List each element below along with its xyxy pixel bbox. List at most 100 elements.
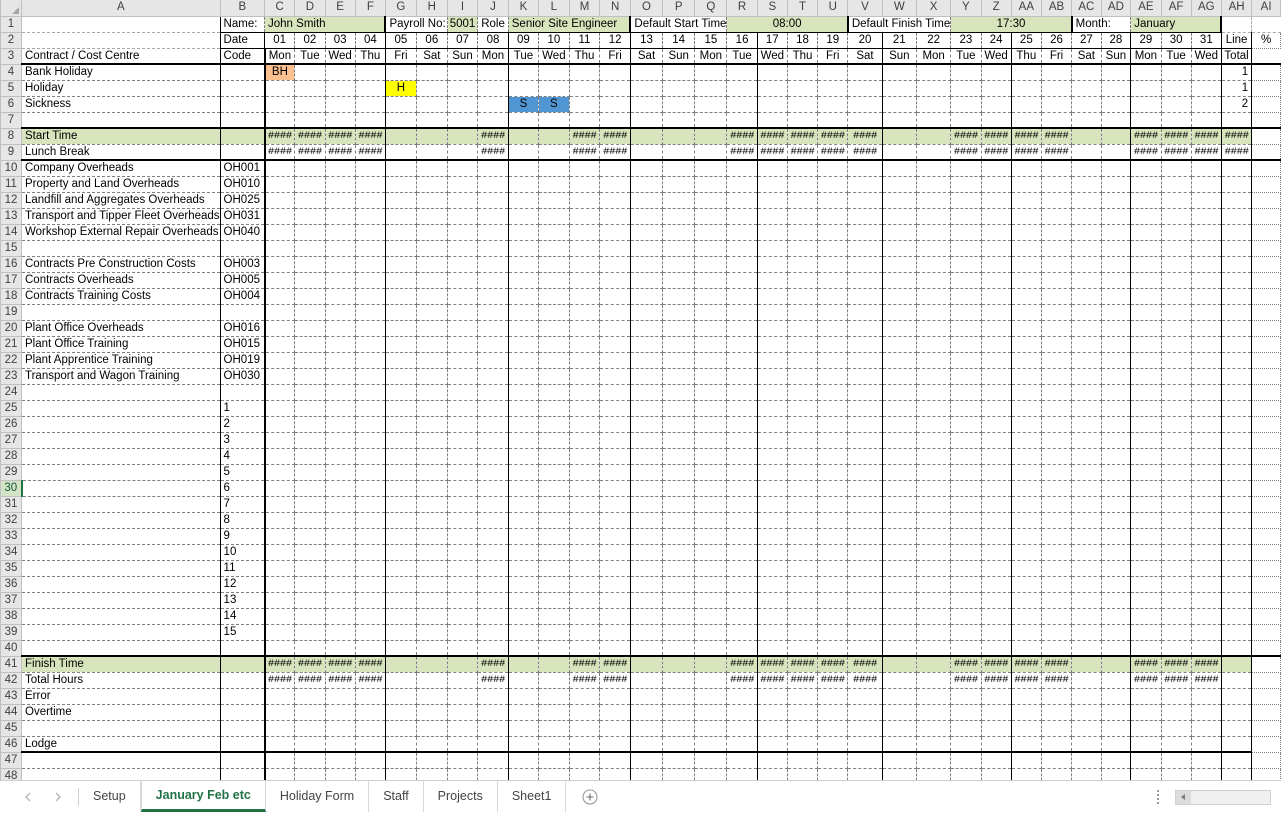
day-header-12[interactable]: Sat	[630, 48, 664, 65]
time-value-cell[interactable]: ####	[1041, 144, 1073, 161]
footer-day-cell[interactable]	[817, 720, 849, 737]
cost-centre-day-cell[interactable]	[916, 159, 952, 177]
footer-day-cell[interactable]	[694, 752, 728, 769]
absence-day-cell[interactable]	[263, 80, 296, 97]
cost-centre-day-cell[interactable]	[294, 159, 326, 177]
cell-empty[interactable]	[477, 112, 509, 129]
cost-centre-day-cell[interactable]	[817, 320, 849, 337]
cost-centre-day-cell[interactable]	[294, 240, 326, 257]
absence-mark-H[interactable]: H	[385, 80, 417, 97]
cost-centre-day-cell[interactable]	[294, 400, 326, 417]
time-empty-cell[interactable]	[662, 144, 696, 161]
absence-mark-BH[interactable]: BH	[263, 64, 296, 81]
cost-centre-day-cell[interactable]	[817, 624, 849, 641]
time-empty-cell[interactable]	[882, 127, 917, 145]
cost-centre-day-cell[interactable]	[1041, 224, 1073, 241]
cost-centre-line-total[interactable]	[1220, 176, 1253, 193]
cost-centre-day-cell[interactable]	[817, 640, 849, 657]
absence-day-cell[interactable]	[694, 80, 728, 97]
cost-centre-label[interactable]: Transport and Tipper Fleet Overheads	[21, 208, 221, 225]
cost-centre-day-cell[interactable]	[569, 448, 601, 465]
cost-centre-day-cell[interactable]	[981, 384, 1012, 401]
cost-centre-day-cell[interactable]	[757, 640, 788, 657]
cost-centre-day-cell[interactable]	[325, 208, 356, 225]
cost-centre-day-cell[interactable]	[630, 256, 664, 273]
cost-centre-day-cell[interactable]	[385, 256, 417, 273]
cost-centre-day-cell[interactable]	[882, 224, 917, 241]
time-percent[interactable]	[1251, 655, 1281, 673]
cost-centre-day-cell[interactable]	[1191, 400, 1222, 417]
cost-centre-code[interactable]: 12	[219, 576, 266, 593]
cost-centre-percent[interactable]	[1251, 159, 1281, 177]
time-value-cell[interactable]: ####	[355, 655, 386, 673]
cost-centre-day-cell[interactable]	[1071, 336, 1102, 353]
cost-centre-day-cell[interactable]	[263, 640, 296, 657]
absence-day-cell[interactable]	[325, 64, 356, 81]
cost-centre-day-cell[interactable]	[1041, 496, 1073, 513]
cost-centre-code[interactable]: OH031	[219, 208, 266, 225]
cost-centre-day-cell[interactable]	[1041, 240, 1073, 257]
cost-centre-day-cell[interactable]	[1071, 352, 1102, 369]
cost-centre-day-cell[interactable]	[847, 640, 883, 657]
absence-day-cell[interactable]	[1130, 96, 1162, 113]
cell-empty[interactable]	[508, 112, 540, 129]
cost-centre-day-cell[interactable]	[726, 336, 758, 353]
cost-centre-day-cell[interactable]	[817, 560, 849, 577]
cost-centre-day-cell[interactable]	[508, 624, 540, 641]
cost-centre-day-cell[interactable]	[950, 368, 982, 385]
absence-day-cell[interactable]	[477, 96, 509, 113]
absence-day-cell[interactable]	[447, 96, 479, 113]
cost-centre-day-cell[interactable]	[757, 368, 788, 385]
column-header-E[interactable]: E	[324, 0, 356, 17]
cost-centre-day-cell[interactable]	[325, 624, 356, 641]
cost-centre-day-cell[interactable]	[325, 304, 356, 321]
column-header-X[interactable]: X	[915, 0, 952, 17]
footer-day-cell[interactable]	[662, 688, 696, 705]
cost-centre-day-cell[interactable]	[1191, 192, 1222, 209]
cost-centre-day-cell[interactable]	[916, 368, 952, 385]
cost-centre-day-cell[interactable]	[882, 320, 917, 337]
cost-centre-day-cell[interactable]	[447, 224, 479, 241]
cost-centre-day-cell[interactable]	[1071, 192, 1102, 209]
cost-centre-day-cell[interactable]	[1011, 464, 1042, 481]
cost-centre-day-cell[interactable]	[385, 192, 417, 209]
footer-day-cell[interactable]	[325, 736, 356, 753]
cost-centre-label[interactable]: Plant Office Overheads	[21, 320, 221, 337]
cost-centre-day-cell[interactable]	[1161, 336, 1192, 353]
cost-centre-line-total[interactable]	[1220, 159, 1253, 177]
absence-day-cell[interactable]	[1071, 96, 1102, 113]
cost-centre-day-cell[interactable]	[294, 608, 326, 625]
cost-centre-day-cell[interactable]	[847, 288, 883, 305]
footer-day-cell[interactable]	[447, 752, 479, 769]
time-value-cell[interactable]: ####	[569, 127, 601, 145]
cost-centre-day-cell[interactable]	[694, 320, 728, 337]
cost-centre-day-cell[interactable]	[630, 176, 664, 193]
time-empty-cell[interactable]	[694, 655, 728, 673]
cost-centre-day-cell[interactable]	[569, 192, 601, 209]
cost-centre-day-cell[interactable]	[882, 384, 917, 401]
cost-centre-day-cell[interactable]	[569, 352, 601, 369]
cost-centre-day-cell[interactable]	[599, 304, 631, 321]
cost-centre-day-cell[interactable]	[355, 512, 386, 529]
cost-centre-day-cell[interactable]	[694, 208, 728, 225]
date-header-31[interactable]: 31	[1191, 32, 1222, 49]
cost-centre-day-cell[interactable]	[1191, 240, 1222, 257]
cost-centre-line-total[interactable]	[1220, 288, 1253, 305]
cost-centre-day-cell[interactable]	[1161, 176, 1192, 193]
footer-day-cell[interactable]	[1041, 752, 1073, 769]
footer-day-cell[interactable]	[981, 688, 1012, 705]
cost-centre-day-cell[interactable]	[477, 640, 509, 657]
cost-centre-day-cell[interactable]	[847, 256, 883, 273]
cost-centre-day-cell[interactable]	[847, 224, 883, 241]
cost-centre-day-cell[interactable]	[694, 368, 728, 385]
absence-day-cell[interactable]	[447, 80, 479, 97]
cost-centre-day-cell[interactable]	[385, 352, 417, 369]
footer-day-cell[interactable]	[817, 688, 849, 705]
cost-centre-percent[interactable]	[1251, 384, 1281, 401]
cost-centre-day-cell[interactable]	[569, 640, 601, 657]
cost-centre-day-cell[interactable]	[1041, 256, 1073, 273]
cost-centre-day-cell[interactable]	[385, 304, 417, 321]
footer-day-cell[interactable]	[757, 688, 788, 705]
cost-centre-day-cell[interactable]	[1041, 608, 1073, 625]
cost-centre-day-cell[interactable]	[1191, 464, 1222, 481]
